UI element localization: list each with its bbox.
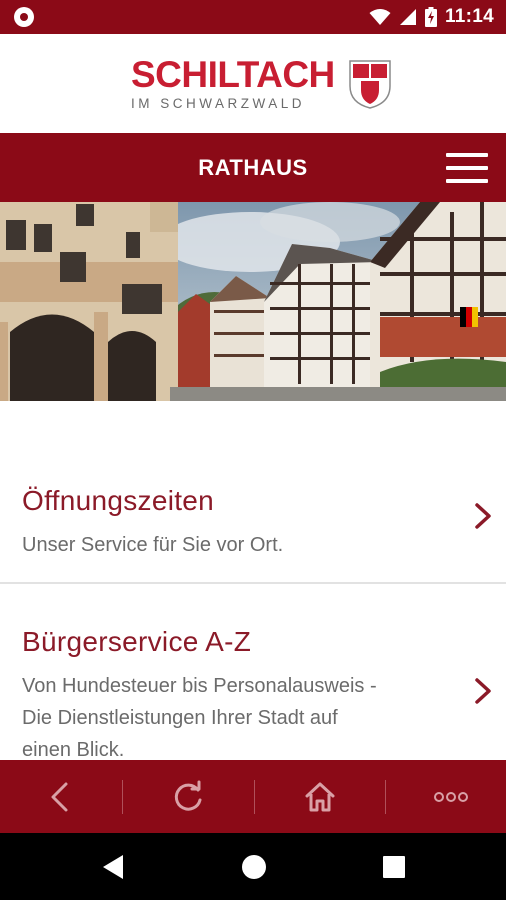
item-title: Bürgerservice A-Z xyxy=(22,626,252,657)
chevron-right-icon xyxy=(475,503,491,529)
chevron-right-icon xyxy=(475,678,491,704)
refresh-icon[interactable] xyxy=(128,760,248,833)
coat-of-arms-icon xyxy=(349,60,391,109)
header-bar: RATHAUS xyxy=(0,133,506,202)
page-title: RATHAUS xyxy=(198,155,308,180)
more-icon[interactable] xyxy=(391,760,506,833)
list-item-oeffnungszeiten[interactable]: Öffnungszeiten Unser Service für Sie vor… xyxy=(0,401,506,583)
home-circle-icon[interactable] xyxy=(241,854,267,880)
description-line: Die Dienstleistungen Ihrer Stadt auf xyxy=(22,707,338,729)
description-line: Von Hundesteuer bis Personalausweis - xyxy=(22,675,377,697)
back-icon[interactable] xyxy=(0,760,120,833)
status-icons: 11:14 xyxy=(369,5,494,29)
camera-notification-icon xyxy=(14,7,34,27)
bottom-navigation xyxy=(0,760,506,833)
signal-icon xyxy=(399,9,416,25)
recents-square-icon[interactable] xyxy=(383,856,405,878)
rathaus-list: Öffnungszeiten Unser Service für Sie vor… xyxy=(0,401,506,760)
status-bar: 11:14 xyxy=(0,0,506,34)
home-icon[interactable] xyxy=(260,760,380,833)
logo[interactable]: SCHILTACH IM SCHWARZWALD xyxy=(131,56,341,112)
item-description: Unser Service für Sie vor Ort. xyxy=(22,534,284,556)
logo-name: SCHILTACH xyxy=(131,54,335,95)
clock: 11:14 xyxy=(444,6,494,27)
logo-area: SCHILTACH IM SCHWARZWALD xyxy=(0,34,506,133)
nav-separator xyxy=(385,780,386,814)
hamburger-menu-icon[interactable] xyxy=(446,151,488,185)
system-navigation-bar xyxy=(0,833,506,900)
list-item-buergerservice[interactable]: Bürgerservice A-Z Von Hundesteuer bis Pe… xyxy=(0,584,506,760)
nav-separator xyxy=(122,780,123,814)
logo-subtitle: IM SCHWARZWALD xyxy=(131,96,305,111)
nav-separator xyxy=(254,780,255,814)
hero-image xyxy=(0,202,506,401)
item-title: Öffnungszeiten xyxy=(22,485,215,516)
battery-charging-icon xyxy=(424,7,437,27)
wifi-icon xyxy=(369,9,391,25)
description-line: einen Blick. xyxy=(22,739,125,760)
back-triangle-icon[interactable] xyxy=(101,854,125,880)
item-description: Von Hundesteuer bis Personalausweis - Di… xyxy=(22,670,442,760)
